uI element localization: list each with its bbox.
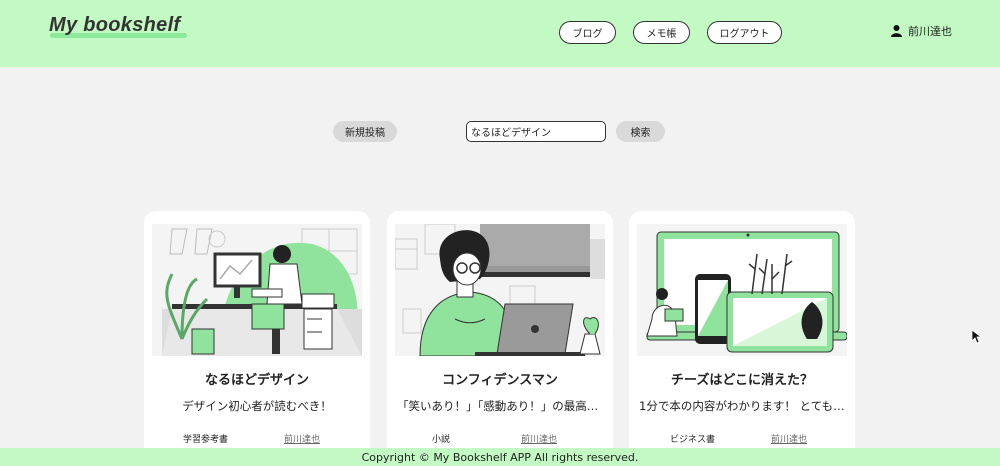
user-icon — [891, 25, 902, 37]
book-title: コンフィデンスマン — [442, 373, 558, 388]
footer: Copyright © My Bookshelf APP All rights … — [0, 448, 1000, 466]
nav-memo-button[interactable]: メモ帳 — [633, 21, 690, 44]
book-author-link[interactable]: 前川達也 — [284, 432, 320, 445]
copyright-text: Copyright © My Bookshelf APP All rights … — [361, 450, 639, 464]
user-menu[interactable]: 前川達也 — [891, 23, 952, 39]
book-card[interactable]: なるほどデザイン デザイン初心者が読むべき！ 学習参考書 前川達也 — [144, 211, 370, 466]
mouse-cursor-icon — [972, 330, 982, 344]
header: My bookshelf ブログ メモ帳 ログアウト 前川達也 — [0, 0, 1000, 67]
man-laptop-illustration — [395, 224, 605, 356]
book-description: デザイン初心者が読むべき！ — [182, 399, 332, 413]
devices-illustration — [637, 224, 847, 356]
nav-blog-button[interactable]: ブログ — [559, 21, 616, 44]
book-author-link[interactable]: 前川達也 — [771, 432, 807, 445]
search-input[interactable] — [466, 121, 606, 142]
search-button[interactable]: 検索 — [616, 121, 665, 142]
user-name: 前川達也 — [908, 25, 952, 38]
new-post-button[interactable]: 新規投稿 — [333, 121, 397, 142]
book-card[interactable]: チーズはどこに消えた？ 1分で本の内容がわかります！ とても読みやすい ビジネス… — [629, 211, 855, 466]
book-card[interactable]: コンフィデンスマン 「笑いあり！」「感動あり！」の最高傑作 小説 前川達也 — [387, 211, 613, 466]
nav-logout-button[interactable]: ログアウト — [707, 21, 782, 44]
designer-desk-illustration — [152, 224, 362, 356]
book-title: チーズはどこに消えた？ — [671, 373, 813, 388]
book-category: 小説 — [432, 435, 451, 445]
book-author-link[interactable]: 前川達也 — [521, 432, 557, 445]
book-description: 1分で本の内容がわかります！ とても読みやすい — [639, 399, 845, 413]
book-description: 「笑いあり！」「感動あり！」の最高傑作 — [397, 399, 603, 413]
book-title: なるほどデザイン — [204, 373, 309, 388]
book-category: ビジネス書 — [670, 435, 716, 445]
app-logo[interactable]: My bookshelf — [49, 14, 180, 37]
book-category: 学習参考書 — [183, 435, 229, 445]
